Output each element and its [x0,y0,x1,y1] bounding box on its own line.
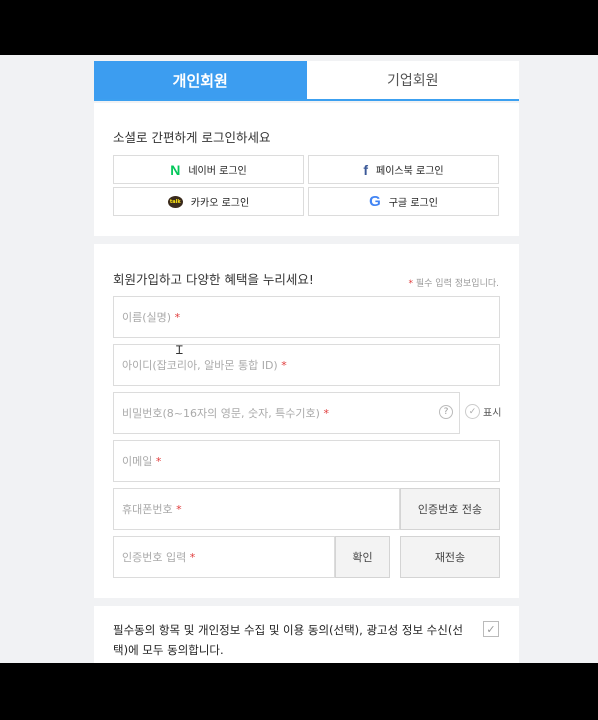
phone-placeholder: 휴대폰번호 [122,503,173,516]
social-login-title: 소셜로 간편하게 로그인하세요 [113,130,271,145]
naver-login-button[interactable]: N 네이버 로그인 [113,155,304,184]
confirm-code-button[interactable]: 확인 [335,536,390,578]
checkmark-icon: ✓ [486,622,496,636]
verification-code-input[interactable]: 인증번호 입력 * [113,536,335,578]
kakao-login-label: 카카오 로그인 [190,198,250,209]
send-code-button[interactable]: 인증번호 전송 [400,488,500,530]
show-password-label: 표시 [483,408,502,419]
required-note-text: 필수 입력 정보입니다. [415,279,499,289]
facebook-icon: f [363,161,369,178]
signup-page: 개인회원 기업회원 소셜로 간편하게 로그인하세요 N 네이버 로그인 f 페이… [0,55,598,663]
email-placeholder: 이메일 [122,455,153,468]
required-mark: * [408,279,414,289]
required-mark: * [174,310,181,324]
code-placeholder: 인증번호 입력 [122,551,187,564]
member-type-tabs: 개인회원 기업회원 [94,61,519,101]
tab-personal-member[interactable]: 개인회원 [94,61,307,99]
naver-icon: N [170,161,181,178]
social-login-section: 소셜로 간편하게 로그인하세요 N 네이버 로그인 f 페이스북 로그인 tal… [94,103,519,236]
kakao-login-button[interactable]: talk 카카오 로그인 [113,187,304,216]
naver-login-label: 네이버 로그인 [188,166,247,177]
google-login-label: 구글 로그인 [388,198,438,209]
check-circle-icon: ✓ [465,404,480,419]
agreement-section: 필수동의 항목 및 개인정보 수집 및 이용 동의(선택), 광고성 정보 수신… [94,606,519,663]
required-mark: * [323,406,329,420]
required-mark: * [155,454,162,468]
required-mark: * [281,358,287,372]
text-cursor-icon: Ɪ [176,343,183,357]
id-input[interactable]: 아이디(잡코리아, 알바몬 통합 ID) * [113,344,500,386]
required-note: * 필수 입력 정보입니다. [409,276,499,289]
signup-title: 회원가입하고 다양한 혜택을 누리세요! [113,272,314,287]
facebook-login-label: 페이스북 로그인 [376,166,444,177]
google-login-button[interactable]: G 구글 로그인 [308,187,499,216]
agree-all-checkbox[interactable]: ✓ [483,621,499,637]
name-input[interactable]: 이름(실명) * [113,296,500,338]
resend-code-button[interactable]: 재전송 [400,536,500,578]
password-help-icon[interactable]: ? [439,405,453,419]
email-input[interactable]: 이메일 * [113,440,500,482]
name-placeholder: 이름(실명) [122,311,172,324]
show-password-toggle[interactable]: ✓ 표시 [465,404,501,419]
facebook-login-button[interactable]: f 페이스북 로그인 [308,155,499,184]
phone-input[interactable]: 휴대폰번호 * [113,488,400,530]
required-mark: * [176,502,182,516]
kakao-icon: talk [167,195,183,208]
tab-business-member[interactable]: 기업회원 [307,61,520,99]
id-placeholder: 아이디(잡코리아, 알바몬 통합 ID) [122,359,278,372]
google-icon: G [369,193,381,210]
password-placeholder: 비밀번호(8~16자의 영문, 숫자, 특수기호) [122,407,320,420]
signup-form-section: 회원가입하고 다양한 혜택을 누리세요! * 필수 입력 정보입니다. 이름(실… [94,244,519,598]
agree-all-text: 필수동의 항목 및 개인정보 수집 및 이용 동의(선택), 광고성 정보 수신… [113,623,463,657]
required-mark: * [189,550,196,564]
password-input[interactable]: 비밀번호(8~16자의 영문, 숫자, 특수기호) * ? [113,392,460,434]
